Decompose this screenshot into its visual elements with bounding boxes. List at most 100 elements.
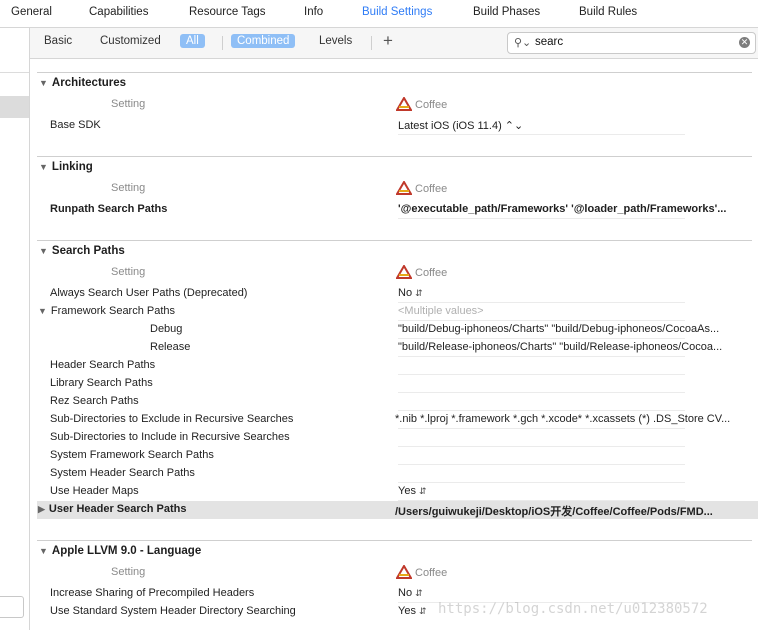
disclosure-triangle-icon[interactable]: ▼: [39, 246, 48, 256]
setting-row[interactable]: Header Search Paths: [37, 357, 758, 375]
target-column-header: Coffee: [395, 264, 447, 279]
setting-row[interactable]: Base SDK Latest iOS (iOS 11.4) ⌃⌄: [37, 117, 758, 135]
setting-row[interactable]: Sub-Directories to Exclude in Recursive …: [37, 411, 758, 429]
row-divider: [398, 134, 685, 135]
popup-stepper-icon[interactable]: ⇵: [419, 606, 427, 616]
setting-label: Use Header Maps: [50, 485, 139, 497]
setting-row-selected[interactable]: ▶ User Header Search Paths /Users/guiwuke…: [37, 501, 758, 519]
disclosure-triangle-icon[interactable]: ▼: [38, 306, 47, 316]
setting-column-header: Setting: [111, 566, 146, 578]
setting-value[interactable]: Yes ⇵: [398, 485, 758, 497]
setting-row[interactable]: System Framework Search Paths: [37, 447, 758, 465]
build-settings-table: ▼ Architectures Setting Coffee Base SDK L…: [30, 60, 758, 630]
search-icon: ⚲⌄: [514, 37, 532, 49]
disclosure-triangle-icon[interactable]: ▼: [39, 546, 48, 556]
search-input[interactable]: [535, 35, 725, 49]
setting-value[interactable]: Yes ⇵: [398, 605, 758, 617]
setting-column-header: Setting: [111, 98, 146, 110]
popup-stepper-icon[interactable]: ⇵: [415, 588, 423, 598]
setting-row[interactable]: Library Search Paths: [37, 375, 758, 393]
customized-filter-button[interactable]: Customized: [100, 35, 161, 47]
section-apple-llvm-language[interactable]: ▼ Apple LLVM 9.0 - Language: [39, 545, 201, 557]
clear-search-icon[interactable]: ✕: [739, 37, 750, 48]
app-target-icon: [395, 180, 413, 195]
popup-stepper-icon[interactable]: ⇵: [419, 486, 427, 496]
setting-row[interactable]: Always Search User Paths (Deprecated) No…: [37, 285, 758, 303]
levels-view-button[interactable]: Levels: [319, 35, 352, 47]
popup-stepper-icon[interactable]: ⇵: [415, 288, 423, 298]
target-column-header: Coffee: [395, 96, 447, 111]
setting-value[interactable]: "build/Release-iphoneos/Charts" "build/R…: [398, 341, 758, 353]
setting-row[interactable]: Rez Search Paths: [37, 393, 758, 411]
all-filter-button[interactable]: All: [180, 34, 205, 48]
setting-label: Library Search Paths: [50, 377, 153, 389]
setting-row[interactable]: Release "build/Release-iphoneos/Charts" …: [37, 339, 758, 357]
section-divider: [37, 72, 752, 73]
disclosure-triangle-icon[interactable]: ▼: [39, 162, 48, 172]
setting-value-base-sdk[interactable]: Latest iOS (iOS 11.4) ⌃⌄: [398, 119, 758, 132]
target-column-header: Coffee: [395, 564, 447, 579]
setting-value[interactable]: No ⇵: [398, 587, 758, 599]
section-architectures[interactable]: ▼ Architectures: [39, 77, 126, 89]
tab-build-settings[interactable]: Build Settings: [362, 6, 432, 18]
setting-label: ▶ User Header Search Paths: [38, 503, 187, 515]
section-divider: [37, 540, 752, 541]
configuration-label: Release: [150, 341, 191, 353]
tab-resource-tags[interactable]: Resource Tags: [189, 6, 266, 18]
section-search-paths[interactable]: ▼ Search Paths: [39, 245, 125, 257]
tab-capabilities[interactable]: Capabilities: [89, 6, 148, 18]
app-target-icon: [395, 264, 413, 279]
sidebar-filter-field[interactable]: [0, 596, 24, 618]
setting-value[interactable]: <Multiple values>: [398, 305, 758, 317]
setting-row[interactable]: Debug "build/Debug-iphoneos/Charts" "bui…: [37, 321, 758, 339]
setting-value[interactable]: *.nib *.lproj *.framework *.gch *.xcode*…: [395, 413, 755, 425]
setting-label: Sub-Directories to Exclude in Recursive …: [50, 413, 294, 425]
setting-label: Sub-Directories to Include in Recursive …: [50, 431, 290, 443]
tab-build-rules[interactable]: Build Rules: [579, 6, 637, 18]
setting-row[interactable]: Use Standard System Header Directory Sea…: [37, 603, 758, 621]
app-target-icon: [395, 564, 413, 579]
setting-label: System Header Search Paths: [50, 467, 195, 479]
setting-column-header: Setting: [111, 266, 146, 278]
setting-label: ▼ Framework Search Paths: [38, 305, 176, 317]
target-list-sidebar: [0, 28, 30, 630]
setting-row[interactable]: Runpath Search Paths '@executable_path/F…: [37, 201, 758, 219]
add-setting-button[interactable]: +: [383, 31, 393, 51]
configuration-label: Debug: [150, 323, 183, 335]
tab-general[interactable]: General: [11, 6, 52, 18]
setting-value[interactable]: "build/Debug-iphoneos/Charts" "build/Deb…: [398, 323, 758, 335]
setting-label: System Framework Search Paths: [50, 449, 214, 461]
target-column-header: Coffee: [395, 180, 447, 195]
section-linking[interactable]: ▼ Linking: [39, 161, 93, 173]
setting-row[interactable]: Sub-Directories to Include in Recursive …: [37, 429, 758, 447]
basic-filter-button[interactable]: Basic: [44, 35, 72, 47]
editor-tab-bar: General Capabilities Resource Tags Info …: [0, 0, 758, 28]
setting-value[interactable]: /Users/guiwukeji/Desktop/iOS开发/Coffee/Co…: [395, 503, 755, 519]
setting-label: Header Search Paths: [50, 359, 156, 371]
setting-row[interactable]: ▼ Framework Search Paths <Multiple values…: [37, 303, 758, 321]
filter-divider: [371, 36, 372, 50]
setting-row[interactable]: System Header Search Paths: [37, 465, 758, 483]
disclosure-triangle-icon[interactable]: ▶: [38, 504, 45, 515]
setting-label: Increase Sharing of Precompiled Headers: [50, 587, 255, 599]
setting-value[interactable]: '@executable_path/Frameworks' '@loader_p…: [398, 203, 758, 215]
setting-row[interactable]: Increase Sharing of Precompiled Headers …: [37, 585, 758, 603]
row-divider: [398, 218, 685, 219]
sidebar-divider: [0, 72, 29, 73]
setting-label: Always Search User Paths (Deprecated): [50, 287, 248, 299]
tab-build-phases[interactable]: Build Phases: [473, 6, 540, 18]
setting-label: Base SDK: [50, 119, 101, 131]
tab-info[interactable]: Info: [304, 6, 323, 18]
app-target-icon: [395, 96, 413, 111]
combined-view-button[interactable]: Combined: [231, 34, 296, 48]
setting-label: Runpath Search Paths: [50, 203, 168, 215]
disclosure-triangle-icon[interactable]: ▼: [39, 78, 48, 88]
sidebar-selected-target[interactable]: [0, 96, 29, 118]
setting-row[interactable]: Use Header Maps Yes ⇵: [37, 483, 758, 501]
setting-value[interactable]: No ⇵: [398, 287, 758, 299]
section-divider: [37, 156, 752, 157]
setting-label: Use Standard System Header Directory Sea…: [50, 605, 296, 617]
search-field[interactable]: ⚲⌄ ✕: [507, 32, 756, 54]
setting-label: Rez Search Paths: [50, 395, 139, 407]
build-settings-filter-bar: Basic Customized All Combined Levels + ⚲…: [30, 28, 758, 59]
